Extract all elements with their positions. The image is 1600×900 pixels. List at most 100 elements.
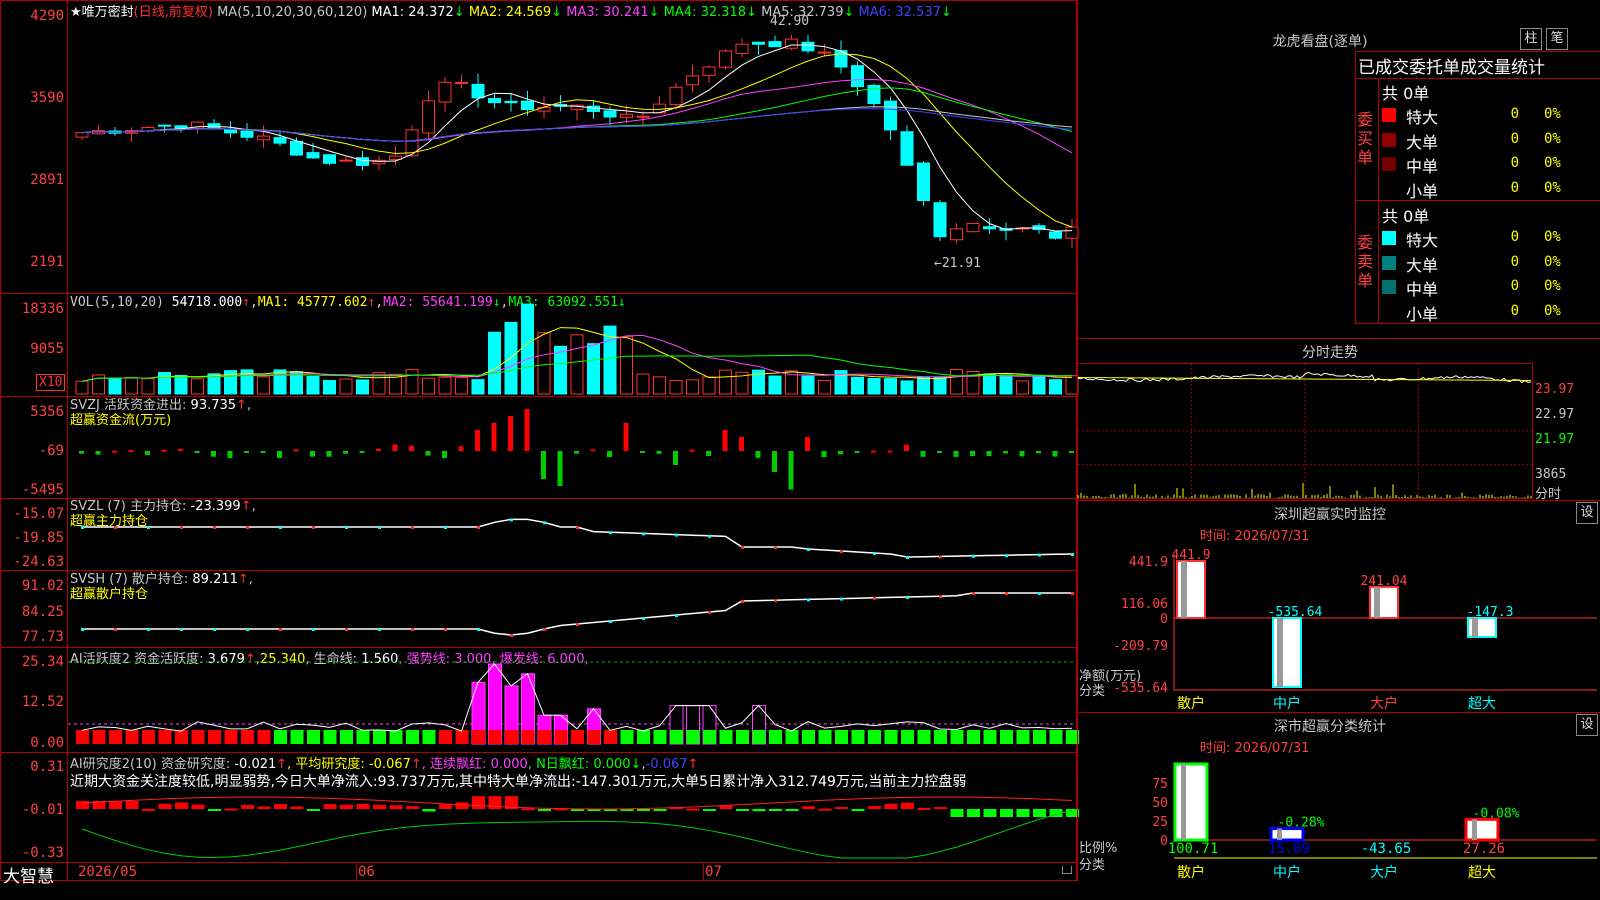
fund-flow-bar (986, 451, 992, 456)
realtime-bar-group: 441.9 散户 (1171, 548, 1210, 712)
position-dot (675, 533, 678, 537)
candle-body (455, 82, 468, 85)
order-percent: 0% (1544, 253, 1561, 270)
volume-bar (950, 368, 963, 395)
lhkp-divider (1378, 78, 1379, 324)
classify-settings-button[interactable]: 设 (1576, 714, 1598, 736)
fund-flow-bar (227, 451, 233, 458)
activity-base-bar (505, 730, 518, 744)
research-bar (257, 806, 271, 809)
order-color-swatch (1382, 132, 1396, 147)
svzj-axis-label: 5356 (30, 404, 64, 420)
activity-base-bar (571, 730, 584, 744)
fund-flow-bar (970, 451, 975, 456)
classify-category-label: 大户 (1370, 864, 1398, 881)
activity-base-bar (851, 730, 865, 744)
position-dot (246, 526, 249, 529)
fund-flow-bar (326, 451, 332, 457)
realtime-ylabel: 净额(万元) (1079, 669, 1141, 684)
position-dot (444, 628, 447, 631)
fund-flow-bar (953, 451, 959, 457)
classify-xlabel: 分类 (1079, 858, 1105, 873)
fund-flow-bar (640, 451, 645, 453)
activity-base-bar (1016, 730, 1030, 744)
research-bar (901, 802, 914, 809)
activity-base-bar (769, 730, 782, 744)
volume-chart[interactable] (68, 294, 1079, 396)
classify-bar[interactable] (1464, 817, 1500, 842)
position-dot (1038, 592, 1041, 595)
ai-activity-chart[interactable] (68, 648, 1079, 752)
research-bar (307, 809, 320, 811)
volume-bar (686, 379, 699, 395)
intraday-axis-label: 21.97 (1535, 432, 1575, 447)
intraday-chart[interactable] (1077, 364, 1532, 498)
tick-mode-button[interactable]: 笔 (1546, 28, 1568, 50)
volume-bar (306, 375, 320, 395)
month-divider (356, 862, 357, 881)
volume-bar (356, 379, 369, 395)
research-bar (290, 806, 304, 809)
position-dot (180, 526, 183, 529)
classify-bar-pct: -0.28% (1278, 816, 1325, 831)
volume-bar (801, 375, 815, 395)
order-color-swatch (1382, 108, 1396, 122)
realtime-axis-label: -209.79 (1113, 639, 1168, 654)
activity-base-bar (274, 730, 287, 744)
research-bar (736, 809, 749, 811)
position-dot (1071, 592, 1074, 595)
classify-category-label: 中户 (1273, 864, 1301, 881)
retail-position-chart[interactable] (68, 571, 1076, 647)
activity-base-bar (967, 730, 980, 744)
realtime-bar-shade (1374, 586, 1380, 618)
candle-body (240, 130, 254, 138)
realtime-bar-chart[interactable]: 441.9 116.060 -209.79 -535.64 441.9 散户 -535.64… (1077, 540, 1600, 712)
research-bar (1000, 809, 1013, 817)
fund-flow-bar (590, 449, 596, 452)
realtime-settings-button[interactable]: 设 (1576, 502, 1598, 524)
volume-bar (422, 377, 435, 395)
volume-bar (141, 378, 155, 395)
position-dot (477, 628, 480, 631)
position-dot (609, 531, 612, 535)
ai-research-chart[interactable] (68, 753, 1079, 862)
vol-unit-badge[interactable]: X10 (36, 374, 66, 391)
fund-flow-bar (409, 445, 414, 451)
research-bar (686, 808, 700, 811)
fund-flow-chart[interactable] (68, 397, 1076, 498)
order-type-label: 特大 (1406, 231, 1439, 250)
research-bar (208, 809, 221, 811)
research-bar (455, 802, 469, 809)
fund-flow-bar (574, 451, 579, 454)
research-bar (224, 808, 238, 811)
candle-body (950, 228, 963, 241)
candle-body (851, 65, 864, 88)
research-bar (752, 809, 766, 812)
main-position-chart[interactable] (68, 499, 1076, 570)
position-dot (576, 526, 579, 529)
candle-body (257, 135, 270, 141)
fund-flow-bar (376, 448, 381, 451)
fund-flow-bar (458, 446, 464, 451)
volume-bar (851, 376, 864, 395)
fund-flow-bar (194, 451, 200, 453)
candlestick-chart[interactable] (68, 0, 1079, 293)
classify-bar[interactable] (1173, 762, 1209, 842)
volume-bar (1016, 380, 1029, 395)
classify-bar-value: 27.26 (1463, 841, 1505, 857)
lhkp-tab-title[interactable]: 已成交委托单成交量统计 (1358, 53, 1545, 78)
fund-flow-bar (79, 451, 84, 454)
position-dot (840, 550, 843, 553)
research-bar (1033, 809, 1046, 817)
activity-base-bar (109, 730, 122, 744)
candle-body (933, 202, 947, 238)
fund-flow-bar (805, 437, 810, 451)
bar-mode-button[interactable]: 柱 (1520, 28, 1542, 50)
realtime-category-label: 超大 (1468, 696, 1496, 712)
cls-divider (1077, 712, 1600, 713)
volume-bar (405, 369, 419, 395)
research-bar (158, 803, 172, 809)
activity-base-bar (356, 730, 370, 744)
classify-bar-chart[interactable]: 7550250 100.71散户-0.28%15.09中户-43.65大户-0.0… (1077, 752, 1600, 900)
lock-icon[interactable] (1062, 866, 1072, 874)
